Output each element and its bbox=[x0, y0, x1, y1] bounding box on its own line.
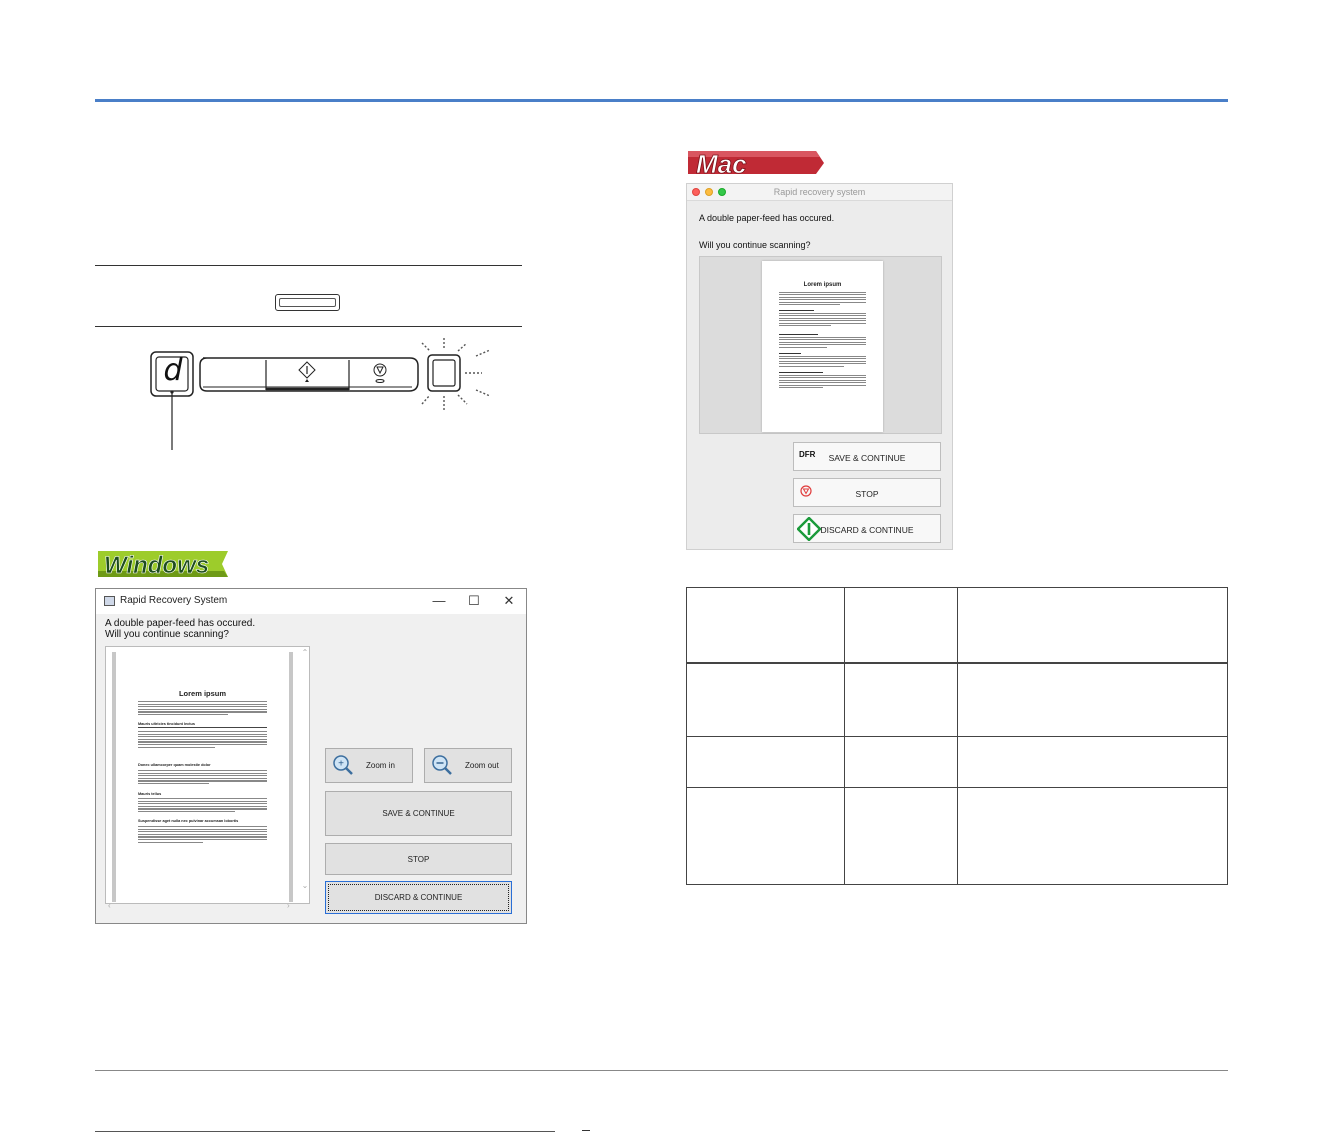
zoom-in-label: Zoom in bbox=[366, 761, 395, 770]
table-cell bbox=[686, 787, 845, 885]
table-cell bbox=[957, 787, 1228, 885]
window-title: Rapid Recovery System bbox=[120, 595, 228, 606]
table-cell bbox=[957, 736, 1228, 788]
stop-label: STOP bbox=[855, 489, 879, 499]
svg-text:+: + bbox=[338, 759, 344, 770]
preview-pane[interactable]: Lorem ipsum Mauris ultricies tincidunt l… bbox=[105, 646, 310, 904]
counter-char: d bbox=[163, 353, 183, 388]
scroll-right-icon[interactable]: › bbox=[287, 901, 290, 910]
preview-pane[interactable]: Lorem ipsum bbox=[699, 256, 942, 434]
table-row bbox=[686, 787, 1228, 885]
table-cell bbox=[957, 662, 1228, 737]
discard-continue-button[interactable]: DISCARD & CONTINUE bbox=[793, 514, 941, 543]
message-line-2: Will you continue scanning? bbox=[699, 240, 811, 250]
mac-rapid-recovery-dialog: Rapid recovery system A double paper-fee… bbox=[686, 183, 953, 550]
stop-button[interactable]: STOP bbox=[793, 478, 941, 507]
message-line-2: Will you continue scanning? bbox=[105, 629, 229, 640]
horizontal-scrollbar[interactable]: ‹ › bbox=[105, 901, 300, 911]
zoom-out-label: Zoom out bbox=[465, 761, 499, 770]
windows-badge: Windows bbox=[98, 551, 228, 579]
zoom-out-button[interactable]: Zoom out bbox=[424, 748, 512, 783]
preview-heading-3: Mauris tellus bbox=[138, 792, 162, 796]
windows-badge-label: Windows bbox=[104, 552, 209, 579]
app-icon bbox=[104, 596, 115, 606]
message-line-1: A double paper-feed has occured. bbox=[105, 618, 256, 629]
message-line-1: A double paper-feed has occured. bbox=[699, 213, 835, 223]
table-cell bbox=[844, 787, 958, 885]
bottom-rule bbox=[95, 1131, 555, 1132]
discard-continue-button[interactable]: DISCARD & CONTINUE bbox=[325, 881, 512, 914]
save-continue-label: SAVE & CONTINUE bbox=[828, 453, 906, 463]
zoom-out-icon bbox=[432, 755, 452, 775]
save-continue-button[interactable]: SAVE & CONTINUE bbox=[325, 791, 512, 836]
scroll-down-icon[interactable]: ⌄ bbox=[299, 881, 311, 890]
table-cell bbox=[844, 662, 958, 737]
table-row bbox=[686, 736, 1228, 788]
mac-badge: Mac bbox=[688, 149, 824, 177]
preview-paragraph bbox=[116, 701, 289, 717]
discard-continue-label: DISCARD & CONTINUE bbox=[820, 525, 914, 535]
preview-heading-2: Donec ullamcorper quam molestie dolor bbox=[138, 763, 211, 767]
manual-page: d Windows Rapid Recovery System — ☐ ✕ A … bbox=[0, 0, 1323, 1134]
title-bar: Rapid Recovery System — ☐ ✕ bbox=[96, 589, 526, 614]
close-icon[interactable]: ✕ bbox=[499, 592, 519, 610]
window-title: Rapid recovery system bbox=[773, 187, 866, 197]
table-cell bbox=[844, 587, 958, 664]
preview-title: Lorem ipsum bbox=[803, 282, 842, 288]
dialog-message: A double paper-feed has occured. Will yo… bbox=[105, 618, 255, 640]
scroll-left-icon[interactable]: ‹ bbox=[108, 901, 111, 910]
table-cell bbox=[957, 587, 1228, 664]
page-mark bbox=[582, 1130, 590, 1131]
maximize-icon[interactable]: ☐ bbox=[464, 592, 484, 610]
zoom-in-icon: + bbox=[333, 755, 353, 775]
minimize-icon[interactable]: — bbox=[429, 592, 449, 610]
preview-heading-1: Mauris ultricies tincidunt lectus bbox=[138, 722, 195, 726]
table-cell bbox=[844, 736, 958, 788]
button-description-table bbox=[686, 587, 1228, 885]
title-bar: Rapid recovery system bbox=[687, 184, 952, 201]
mac-badge-label: Mac bbox=[696, 149, 747, 177]
vertical-scrollbar[interactable]: ⌃ ⌄ bbox=[299, 646, 311, 904]
table-cell bbox=[686, 662, 845, 737]
preview-heading-4: Suspendisse aget nulla nec pulvinar accu… bbox=[138, 819, 239, 823]
stop-button[interactable]: STOP bbox=[325, 843, 512, 875]
zoom-in-button[interactable]: + Zoom in bbox=[325, 748, 413, 783]
windows-rapid-recovery-dialog: Rapid Recovery System — ☐ ✕ A double pap… bbox=[95, 588, 527, 924]
table-cell bbox=[686, 587, 845, 664]
preview-title: Lorem ipsum bbox=[178, 689, 227, 698]
preview-document: Lorem ipsum bbox=[762, 261, 883, 432]
scanner-operation-panel bbox=[150, 338, 491, 450]
table-cell bbox=[686, 736, 845, 788]
preview-document: Lorem ipsum Mauris ultricies tincidunt l… bbox=[112, 652, 293, 902]
save-continue-button[interactable]: DFR SAVE & CONTINUE bbox=[793, 442, 941, 471]
scroll-up-icon[interactable]: ⌃ bbox=[299, 648, 311, 657]
footer-rule bbox=[95, 1070, 1228, 1071]
table-header-row bbox=[686, 587, 1228, 664]
table-row bbox=[686, 662, 1228, 737]
